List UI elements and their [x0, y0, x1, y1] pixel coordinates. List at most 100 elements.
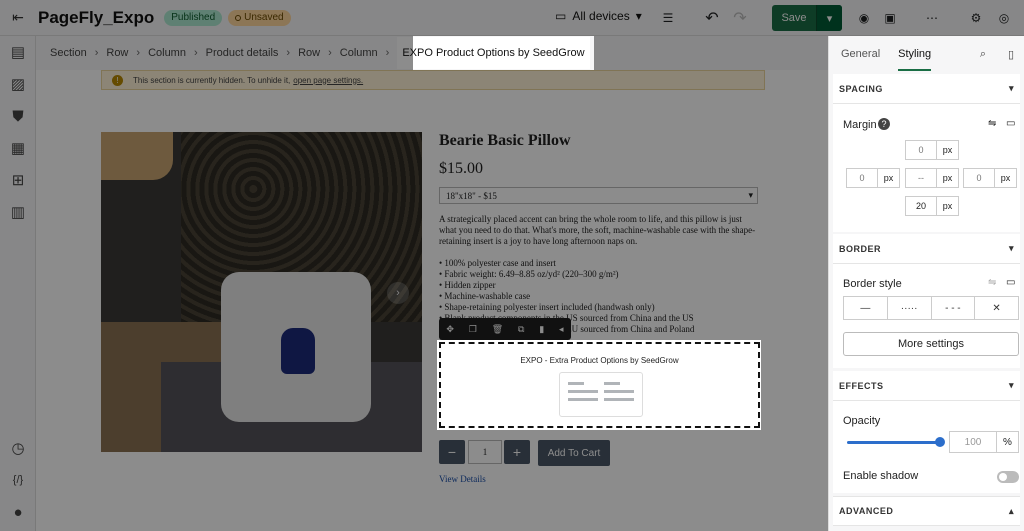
chevron-up-icon: ▴	[1008, 505, 1014, 516]
effects-section-body: Opacity 100 % Enable shadow	[833, 401, 1020, 493]
undo-icon[interactable]: ↶	[700, 0, 724, 36]
right-panel: General Styling ⌕ ▯ SPACING ▾ Margin ? ⇋…	[828, 36, 1024, 531]
expo-product-options-block[interactable]: EXPO - Extra Product Options by SeedGrow	[439, 342, 760, 428]
link-icon[interactable]: ⇋	[988, 118, 996, 129]
shopify-icon[interactable]: ⛊	[0, 100, 36, 132]
next-slide-icon[interactable]: ›	[387, 282, 409, 304]
tab-styling[interactable]: Styling	[898, 48, 932, 71]
account-icon[interactable]: ◎	[992, 0, 1016, 36]
margin-left-input[interactable]: 0 px	[846, 168, 900, 188]
more-settings-button[interactable]: More settings	[843, 332, 1019, 356]
product-title: Bearie Basic Pillow	[439, 132, 571, 149]
chat-icon[interactable]: ●	[0, 496, 36, 528]
add-section-icon[interactable]: ⊞	[0, 164, 36, 196]
breadcrumb-current[interactable]: EXPO Product Options by SeedGrow	[397, 37, 590, 69]
opacity-slider-handle[interactable]	[935, 437, 945, 447]
margin-label: Margin	[843, 119, 877, 131]
open-page-settings-link[interactable]: open page settings.	[293, 76, 363, 85]
border-section-header[interactable]: BORDER ▾	[833, 234, 1020, 264]
breadcrumb-section[interactable]: Section	[50, 47, 87, 59]
variant-value: 18"x18" - $15	[446, 190, 497, 201]
chevron-right-icon: ›	[193, 47, 198, 59]
border-dashed-option[interactable]: ‑ ‑ ‑	[932, 297, 976, 319]
spacing-header-label: SPACING	[839, 83, 883, 94]
copy-icon[interactable]: ⧉	[518, 324, 524, 335]
enable-shadow-label: Enable shadow	[843, 470, 919, 482]
elements-grid-icon[interactable]: ▦	[0, 132, 36, 164]
border-style-picker: — ····· ‑ ‑ ‑ ✕	[843, 296, 1019, 320]
view-details-link[interactable]: View Details	[439, 474, 486, 484]
collapse-icon[interactable]: ◂	[559, 324, 564, 335]
border-dotted-option[interactable]: ·····	[888, 297, 932, 319]
options-placeholder-icon	[559, 372, 643, 417]
save-dropdown-icon[interactable]: ▾	[816, 5, 842, 31]
breadcrumb-row-2[interactable]: Row	[298, 47, 320, 59]
breadcrumb: Section › Row › Column › Product details › R…	[36, 36, 828, 70]
collapse-panel-icon[interactable]: ▯	[1003, 36, 1019, 72]
tab-general[interactable]: General	[841, 48, 880, 60]
preview-eye-icon[interactable]: ◉	[852, 0, 876, 36]
advanced-header-label: ADVANCED	[839, 506, 894, 516]
breadcrumb-column-2[interactable]: Column	[340, 47, 378, 59]
bullet-item: • Fabric weight: 6.49–8.85 oz/yd² (220–3…	[439, 269, 619, 279]
layout-icon[interactable]: ▣	[878, 0, 902, 36]
device-label: All devices	[572, 9, 630, 23]
more-icon[interactable]: ⋯	[920, 0, 944, 36]
search-icon[interactable]: ⌕	[975, 36, 991, 72]
variant-select[interactable]: 18"x18" - $15 ▾	[439, 187, 758, 204]
desktop-icon[interactable]: ▭	[1006, 118, 1015, 129]
margin-right-input[interactable]: 0 px	[963, 168, 1017, 188]
history-clock-icon[interactable]: ◷	[0, 432, 36, 464]
margin-all-unit: px	[936, 169, 958, 187]
image-icon[interactable]: ▨	[0, 68, 36, 100]
notice-text: This section is currently hidden. To unh…	[133, 75, 291, 85]
margin-right-unit: px	[994, 169, 1016, 187]
code-icon[interactable]: {/}	[0, 464, 36, 496]
spacing-section-header[interactable]: SPACING ▾	[833, 74, 1020, 104]
margin-bottom-unit: px	[936, 197, 958, 215]
duplicate-icon[interactable]: ❐	[469, 324, 477, 335]
help-icon[interactable]: ?	[878, 118, 890, 130]
layout-sections-icon[interactable]: ▥	[0, 196, 36, 228]
opacity-slider-track[interactable]	[847, 441, 939, 444]
element-toolbar: ✥ ❐ 🗑 ⧉ ▮ ◂	[439, 318, 571, 340]
margin-right-value: 0	[976, 173, 982, 183]
spacing-section-body: Margin ? ⇋ ▭ 0 px 0 px -- px 0 px 20 px	[833, 104, 1020, 232]
desktop-icon[interactable]: ▭	[1006, 277, 1015, 288]
device-selector[interactable]: ▭ All devices ▾	[555, 9, 642, 23]
border-header-label: BORDER	[839, 243, 882, 254]
quantity-input[interactable]: 1	[468, 440, 502, 464]
breadcrumb-row[interactable]: Row	[106, 47, 128, 59]
save-button[interactable]: Save ▾	[772, 5, 842, 31]
settings-sliders-icon[interactable]: ☰	[656, 0, 680, 36]
gear-icon[interactable]: ⚙	[964, 0, 988, 36]
margin-top-input[interactable]: 0 px	[905, 140, 959, 160]
margin-all-input[interactable]: -- px	[905, 168, 959, 188]
enable-shadow-toggle[interactable]	[997, 471, 1019, 483]
chevron-right-icon: ›	[286, 47, 291, 59]
effects-section-header[interactable]: EFFECTS ▾	[833, 371, 1020, 401]
margin-bottom-input[interactable]: 20 px	[905, 196, 959, 216]
paste-icon[interactable]: ▮	[539, 324, 544, 335]
link-icon[interactable]: ⇋	[988, 277, 996, 288]
border-solid-option[interactable]: —	[844, 297, 888, 319]
increase-quantity-button[interactable]: +	[504, 440, 530, 464]
delete-icon[interactable]: 🗑	[492, 324, 503, 335]
move-icon[interactable]: ✥	[446, 324, 454, 335]
add-to-cart-button[interactable]: Add To Cart	[538, 440, 610, 466]
redo-icon[interactable]: ↷	[728, 0, 752, 36]
unsaved-label: Unsaved	[244, 11, 284, 23]
breadcrumb-column[interactable]: Column	[148, 47, 186, 59]
product-image[interactable]: ›	[101, 132, 422, 452]
pages-icon[interactable]: ▤	[0, 36, 36, 68]
opacity-value: 100	[964, 436, 982, 448]
decrease-quantity-button[interactable]: −	[439, 440, 465, 464]
exit-icon[interactable]: ⇤	[0, 0, 36, 36]
chevron-right-icon: ›	[136, 47, 141, 59]
editor-canvas[interactable]: ! This section is currently hidden. To u…	[36, 70, 828, 531]
border-none-option[interactable]: ✕	[975, 297, 1018, 319]
breadcrumb-product-details[interactable]: Product details	[206, 47, 279, 59]
advanced-section-header[interactable]: ADVANCED ▴	[833, 496, 1020, 526]
margin-all-value: --	[918, 173, 924, 183]
opacity-input[interactable]: 100 %	[949, 431, 1019, 453]
